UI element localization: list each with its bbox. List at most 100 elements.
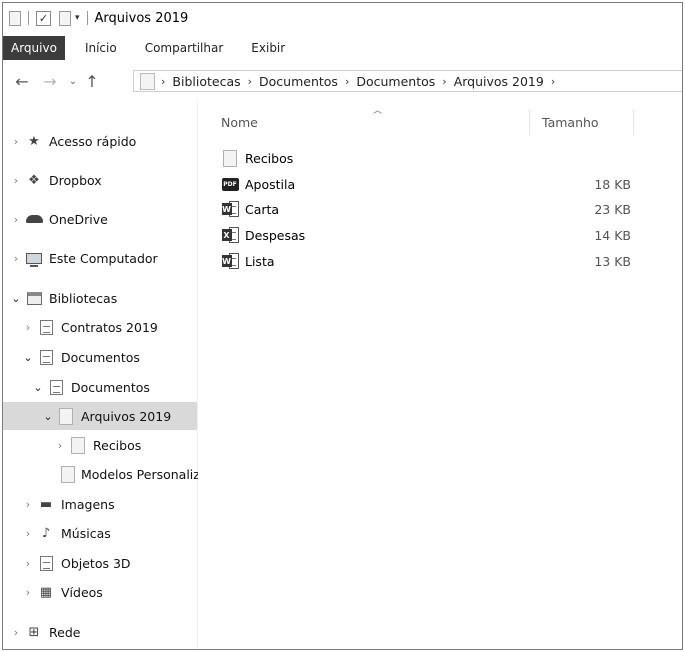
tree-item-onedrive[interactable]: › OneDrive [7,205,108,233]
column-header-nome[interactable]: Nome [221,109,521,135]
folder-icon [69,436,87,454]
chevron-right-icon[interactable]: › [19,498,37,511]
tree-item-label: Documentos [71,379,150,395]
tree-item-rede[interactable]: › ⊞ Rede [7,618,81,646]
tree-item-label: Acesso rápido [49,133,137,149]
tree-item-label: Contratos 2019 [61,319,158,335]
tree-item-bibliotecas[interactable]: ⌄ Bibliotecas [7,284,117,312]
column-divider[interactable] [529,109,530,135]
chevron-right-icon[interactable]: › [442,75,446,88]
tab-arquivo[interactable]: Arquivo [3,36,65,60]
document-library-icon [37,319,55,335]
cloud-icon [25,211,43,227]
word-icon: W [221,253,239,269]
tree-item-arquivos-2019[interactable]: ⌄ Arquivos 2019 [3,402,197,430]
star-icon: ★ [28,133,40,149]
explorer-window: ✓ ▾ Arquivos 2019 Arquivo Início Compart… [2,2,683,650]
properties-icon[interactable] [9,10,21,26]
tree-item-documentos-sub[interactable]: ⌄ Documentos [29,373,150,401]
film-icon: ▦ [39,584,53,600]
chevron-right-icon[interactable]: › [19,586,37,599]
checkbox-icon[interactable]: ✓ [36,10,51,26]
chevron-down-icon[interactable]: ⌄ [29,381,47,394]
chevron-right-icon[interactable]: › [161,75,165,88]
tree-item-recibos[interactable]: › Recibos [51,431,141,459]
tree-item-label: Rede [49,624,81,640]
chevron-right-icon[interactable]: › [19,321,37,334]
pictures-icon: ▬ [39,496,53,512]
file-name: Lista [245,253,275,269]
tree-item-label: Imagens [61,496,115,512]
chevron-right-icon[interactable]: › [7,174,25,187]
document-library-icon [37,349,55,365]
back-arrow-icon[interactable]: ← [11,72,33,91]
recent-locations-icon[interactable]: ⌄ [65,76,81,87]
file-row-carta[interactable]: W Carta 23 KB [221,198,631,220]
file-row-despesas[interactable]: X Despesas 14 KB [221,224,631,246]
tree-item-videos[interactable]: › ▦ Vídeos [19,578,103,606]
chevron-right-icon[interactable]: › [19,527,37,540]
chevron-right-icon[interactable]: › [551,75,555,88]
tree-item-label: Este Computador [49,250,158,266]
file-row-apostila[interactable]: PDF Apostila 18 KB [221,173,631,195]
tree-item-este-computador[interactable]: › Este Computador [7,244,158,272]
file-name: Apostila [245,176,296,192]
computer-icon [25,250,43,267]
breadcrumb-arquivos-2019[interactable]: Arquivos 2019 [454,74,544,89]
forward-arrow-icon[interactable]: → [39,72,61,91]
tree-item-label: Bibliotecas [49,290,118,306]
spreadsheet-icon: X [221,227,239,243]
customize-toolbar-icon[interactable]: ▾ [75,13,80,23]
library-icon [25,290,43,306]
chevron-right-icon[interactable]: › [7,252,25,265]
tree-item-imagens[interactable]: › ▬ Imagens [19,490,115,518]
pdf-icon: PDF [221,176,239,192]
tab-compartilhar[interactable]: Compartilhar [131,36,238,60]
breadcrumb-documentos-sub[interactable]: Documentos [356,74,435,89]
chevron-right-icon[interactable]: › [19,557,37,570]
tree-item-label: Modelos Personalizados [81,466,198,482]
breadcrumb-documentos[interactable]: Documentos [259,74,338,89]
folder-icon [140,72,155,90]
tree-item-label: Documentos [61,349,140,365]
chevron-right-icon[interactable]: › [7,135,25,148]
tree-item-documentos[interactable]: ⌄ Documentos [19,343,140,371]
file-row-recibos[interactable]: Recibos [221,147,631,169]
file-row-lista[interactable]: W Lista 13 KB [221,250,631,272]
chevron-right-icon[interactable]: › [248,75,252,88]
tree-item-musicas[interactable]: › ♪ Músicas [19,519,111,547]
chevron-down-icon[interactable]: ⌄ [7,292,25,305]
tab-inicio[interactable]: Início [71,36,131,60]
tree-item-dropbox[interactable]: › ❖ Dropbox [7,166,102,194]
tree-item-label: OneDrive [49,211,108,227]
chevron-right-icon[interactable]: › [51,439,69,452]
address-bar[interactable]: › Bibliotecas › Documentos › Documentos › A… [133,70,682,92]
chevron-down-icon[interactable]: ⌄ [19,351,37,364]
chevron-right-icon[interactable]: › [7,213,25,226]
toolbar-divider [28,11,29,25]
chevron-right-icon[interactable]: › [7,626,25,639]
network-icon: ⊞ [28,624,40,640]
file-size: 14 KB [594,227,631,243]
tab-exibir[interactable]: Exibir [237,36,299,60]
tree-item-modelos-personalizados[interactable]: Modelos Personalizados [61,460,198,488]
tree-item-contratos-2019[interactable]: › Contratos 2019 [19,313,158,341]
breadcrumb-bibliotecas[interactable]: Bibliotecas [172,74,240,89]
tree-item-acesso-rapido[interactable]: › ★ Acesso rápido [7,127,137,155]
chevron-right-icon[interactable]: › [345,75,349,88]
tree-item-objetos-3d[interactable]: › Objetos 3D [19,549,131,577]
music-note-icon: ♪ [41,525,51,541]
documents-folder-icon [47,379,65,395]
column-divider[interactable] [633,109,634,135]
file-size: 13 KB [594,253,631,269]
window-title: Arquivos 2019 [94,10,189,26]
file-name: Recibos [245,150,294,166]
tree-item-label: Músicas [61,525,111,541]
column-header-tamanho[interactable]: Tamanho [542,109,632,135]
tree-item-label: Vídeos [61,584,103,600]
new-folder-icon[interactable] [59,10,71,26]
tree-item-label: Arquivos 2019 [81,408,172,424]
title-bar: ✓ ▾ Arquivos 2019 [3,3,682,33]
chevron-down-icon[interactable]: ⌄ [39,410,57,423]
up-arrow-icon[interactable]: ↑ [81,72,103,91]
